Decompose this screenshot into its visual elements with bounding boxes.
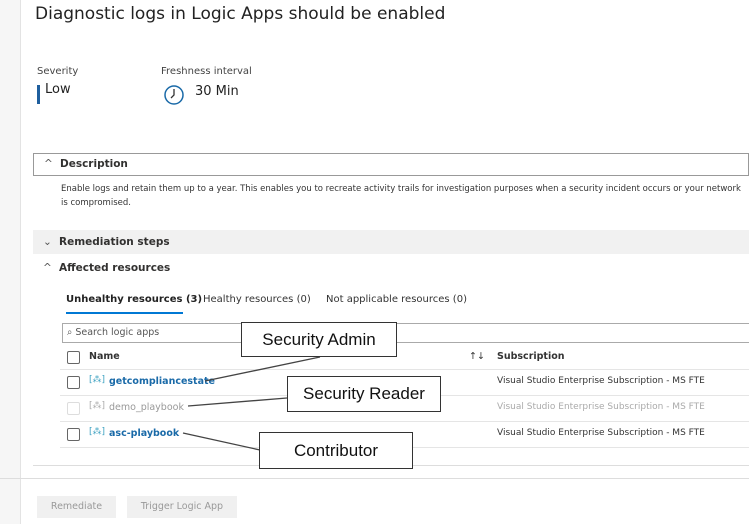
callout-line <box>182 432 261 451</box>
callout-contributor: Contributor <box>259 432 413 469</box>
callout-line <box>187 397 288 407</box>
callout-security-admin: Security Admin <box>241 322 397 357</box>
callout-security-reader: Security Reader <box>287 376 441 412</box>
